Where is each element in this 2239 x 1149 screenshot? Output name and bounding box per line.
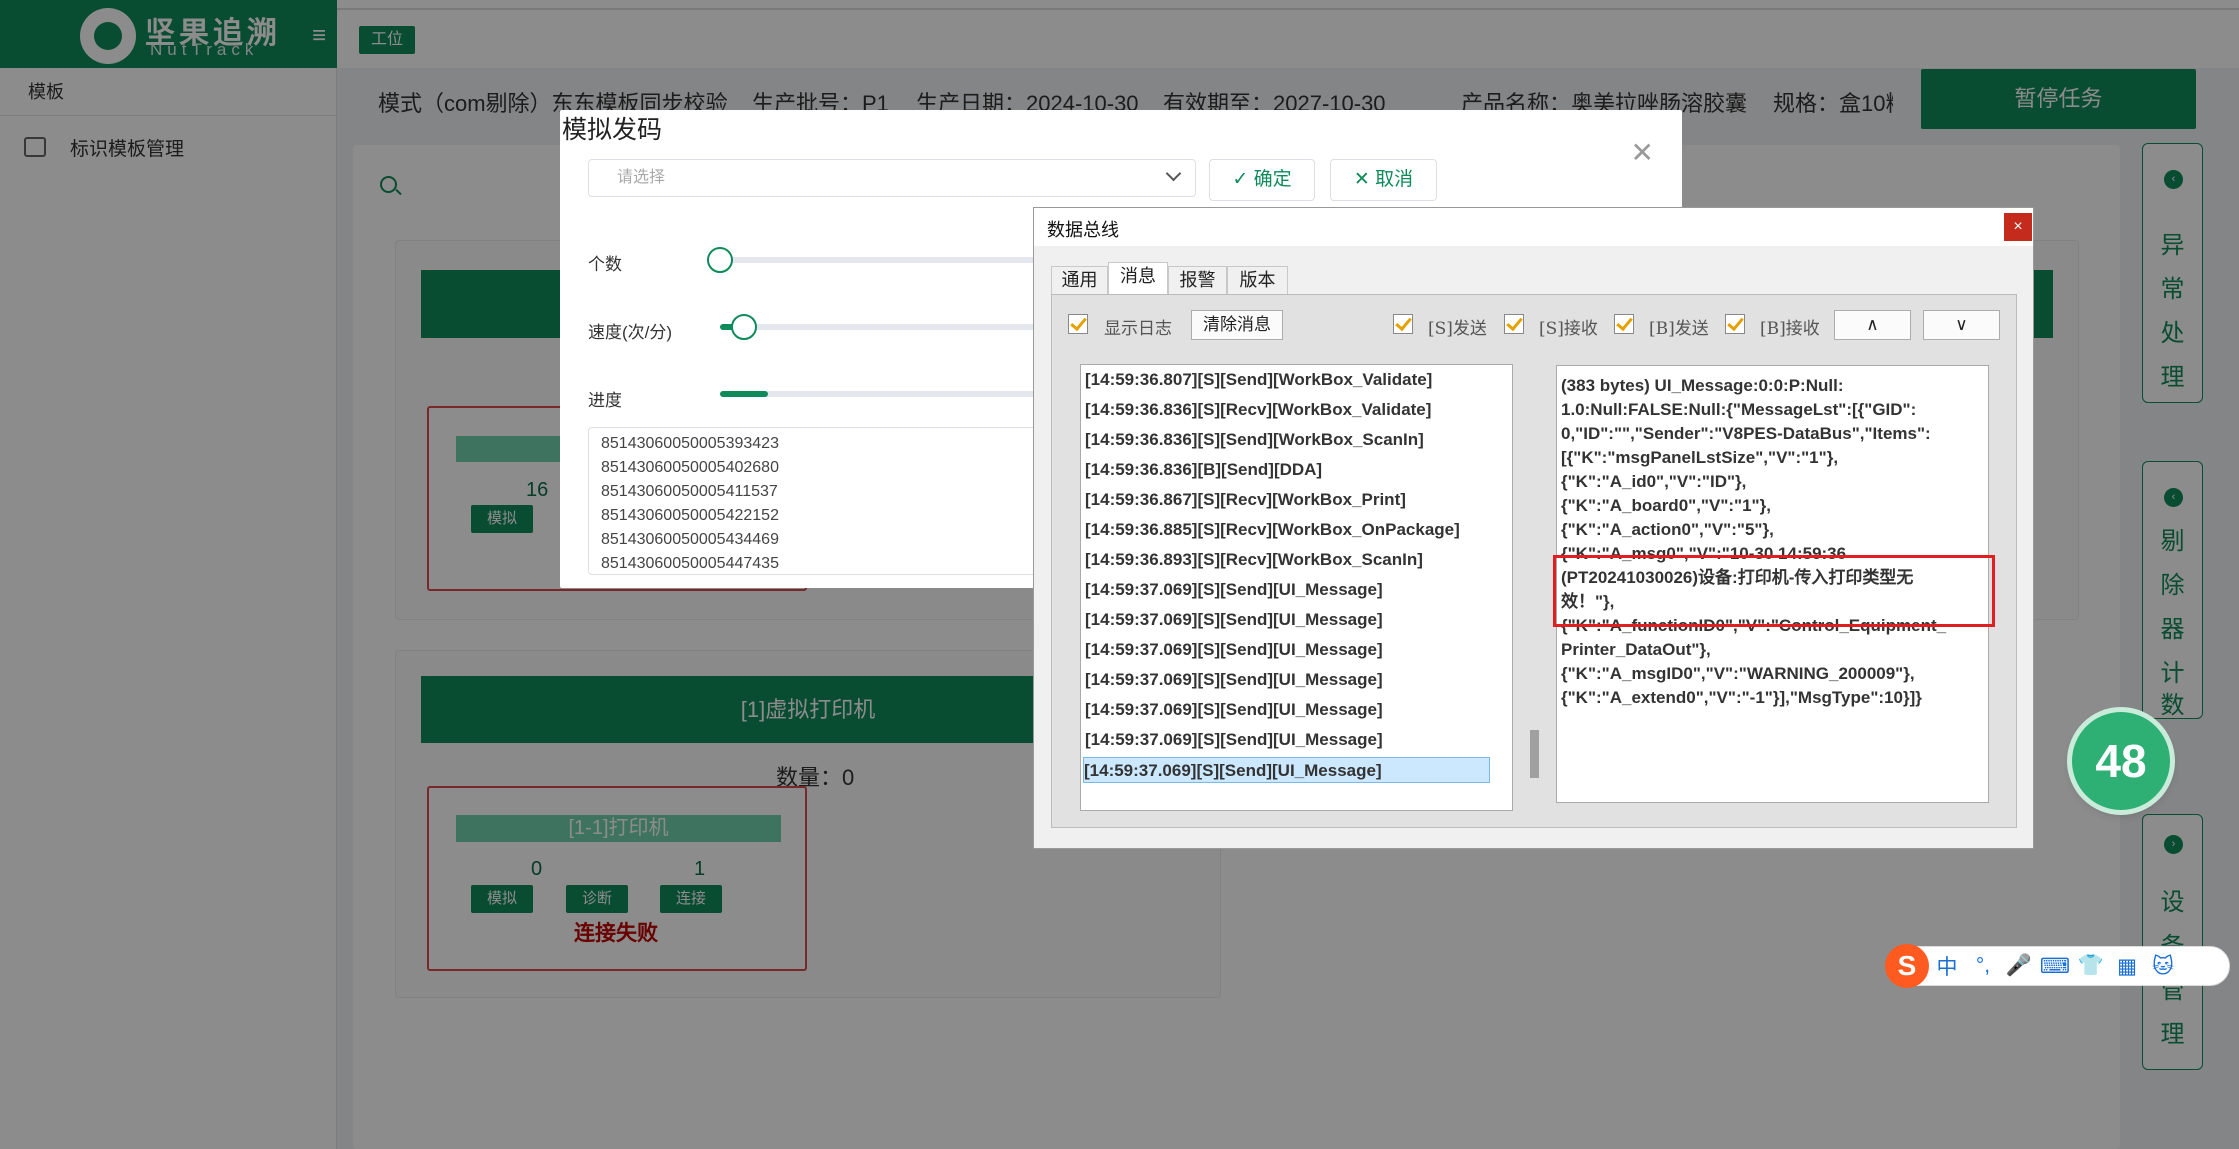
b-send-label: [B]发送 — [1649, 319, 1709, 339]
progress-label: 进度 — [588, 391, 622, 410]
tab-general[interactable]: 通用 — [1051, 266, 1108, 294]
keyboard-icon[interactable]: ⌨ — [2037, 954, 2073, 979]
code-item: 85143060050005402680 — [601, 459, 779, 476]
message-list-item[interactable]: [14:59:36.867][S][Recv][WorkBox_Print] — [1085, 487, 1406, 513]
ime-toolbar: S 中 °, 🎤 ⌨ 👕 ▦ 🐱 — [1885, 944, 2230, 988]
message-detail-line: Printer_DataOut"}, — [1561, 640, 1711, 659]
message-list-item[interactable]: [14:59:37.069][S][Send][UI_Message] — [1085, 697, 1383, 723]
ime-chinese-mode[interactable]: 中 — [1929, 951, 1965, 981]
message-detail-line: {"K":"A_id0","V":"ID"}, — [1561, 472, 1747, 491]
code-item: 85143060050005411537 — [601, 483, 778, 500]
s-recv-label: [S]接收 — [1539, 319, 1598, 339]
message-list-item[interactable]: [14:59:36.836][S][Recv][WorkBox_Validate… — [1085, 397, 1431, 423]
tab-messages[interactable]: 消息 — [1108, 262, 1168, 294]
message-list-item[interactable]: [14:59:37.069][S][Send][UI_Message] — [1085, 637, 1383, 663]
s-recv-checkbox[interactable] — [1504, 314, 1524, 334]
dialog-title: 模拟发码 — [562, 116, 663, 144]
message-list-item[interactable]: [14:59:36.893][S][Recv][WorkBox_ScanIn] — [1085, 547, 1423, 573]
message-list-item[interactable]: [14:59:37.069][S][Send][UI_Message] — [1085, 577, 1383, 603]
message-list-item[interactable]: [14:59:36.885][S][Recv][WorkBox_OnPackag… — [1085, 517, 1460, 543]
message-detail-line: {"K":"A_action0","V":"5"}, — [1561, 520, 1774, 539]
microphone-icon[interactable]: 🎤 — [2001, 954, 2037, 978]
floating-count-badge[interactable]: 48 — [2072, 712, 2170, 810]
cancel-button[interactable]: ✕ 取消 — [1330, 159, 1437, 201]
window-close-button[interactable]: × — [2004, 213, 2032, 241]
scroll-down-button[interactable]: ∨ — [1923, 310, 2000, 340]
message-detail-line: 0,"ID":"","Sender":"V8PES-DataBus","Item… — [1561, 424, 1931, 443]
chevron-down-icon — [1165, 165, 1182, 182]
message-list-item[interactable]: [14:59:36.836][S][Send][WorkBox_ScanIn] — [1085, 427, 1424, 453]
code-item: 85143060050005447435 — [601, 555, 779, 572]
template-select[interactable]: 请选择 — [588, 159, 1196, 197]
s-send-label: [S]发送 — [1428, 319, 1487, 339]
annotation-highlight-box — [1553, 555, 1995, 627]
skin-icon[interactable]: 👕 — [2073, 954, 2109, 978]
progress-fill — [720, 391, 768, 397]
tab-version[interactable]: 版本 — [1227, 266, 1288, 294]
message-detail-line: {"K":"A_extend0","V":"-1"}],"MsgType":10… — [1561, 688, 1922, 707]
b-recv-label: [B]接收 — [1760, 319, 1820, 339]
message-detail-line: {"K":"A_msgID0","V":"WARNING_200009"}, — [1561, 664, 1915, 683]
message-list-scrollbar[interactable] — [1527, 362, 1544, 803]
speed-slider-knob[interactable] — [731, 314, 757, 340]
message-list-item[interactable]: [14:59:36.807][S][Send][WorkBox_Validate… — [1085, 367, 1432, 393]
close-icon[interactable]: ✕ — [1631, 136, 1654, 169]
show-log-label: 显示日志 — [1104, 319, 1172, 339]
message-detail-line: [{"K":"msgPanelLstSize","V":"1"}, — [1561, 448, 1839, 467]
window-title: 数据总线 — [1047, 220, 1119, 240]
confirm-button[interactable]: ✓ 确定 — [1209, 159, 1315, 201]
message-list-item[interactable]: [14:59:36.836][B][Send][DDA] — [1085, 457, 1322, 483]
message-list-item[interactable]: [14:59:37.069][S][Send][UI_Message] — [1085, 667, 1383, 693]
message-detail-line: 1.0:Null:FALSE:Null:{"MessageLst":[{"GID… — [1561, 400, 1917, 419]
b-send-checkbox[interactable] — [1614, 314, 1634, 334]
sogou-logo-icon[interactable]: S — [1885, 944, 1929, 988]
b-recv-checkbox[interactable] — [1725, 314, 1745, 334]
window-titlebar: 数据总线 × — [1034, 208, 2033, 246]
message-list-item[interactable]: [14:59:37.069][S][Send][UI_Message] — [1085, 727, 1383, 753]
select-placeholder: 请选择 — [617, 169, 666, 186]
message-detail-line: {"K":"A_board0","V":"1"}, — [1561, 496, 1771, 515]
mascot-icon[interactable]: 🐱 — [2145, 954, 2181, 979]
toolbox-icon[interactable]: ▦ — [2109, 954, 2145, 979]
code-item: 85143060050005393423 — [601, 435, 779, 452]
show-log-checkbox[interactable] — [1068, 314, 1088, 334]
s-send-checkbox[interactable] — [1393, 314, 1413, 334]
message-list-item[interactable]: [14:59:37.069][S][Send][UI_Message] — [1083, 757, 1490, 783]
code-item: 85143060050005422152 — [601, 507, 779, 524]
count-slider-knob[interactable] — [707, 247, 733, 273]
speed-label: 速度(次/分) — [588, 323, 673, 342]
code-item: 85143060050005434469 — [601, 531, 779, 548]
scrollbar-thumb[interactable] — [1530, 730, 1539, 778]
message-detail-line: (383 bytes) UI_Message:0:0:P:Null: — [1561, 376, 1844, 395]
scroll-up-button[interactable]: ∧ — [1834, 310, 1911, 340]
clear-messages-button[interactable]: 清除消息 — [1191, 310, 1283, 340]
count-label: 个数 — [588, 255, 622, 274]
tab-alarms[interactable]: 报警 — [1168, 266, 1227, 294]
ime-punctuation-icon[interactable]: °, — [1965, 954, 2001, 978]
code-list[interactable]: 85143060050005393423 8514306005000540268… — [588, 427, 1048, 575]
message-list[interactable]: [14:59:36.807][S][Send][WorkBox_Validate… — [1080, 364, 1513, 811]
message-list-item[interactable]: [14:59:37.069][S][Send][UI_Message] — [1085, 607, 1383, 633]
